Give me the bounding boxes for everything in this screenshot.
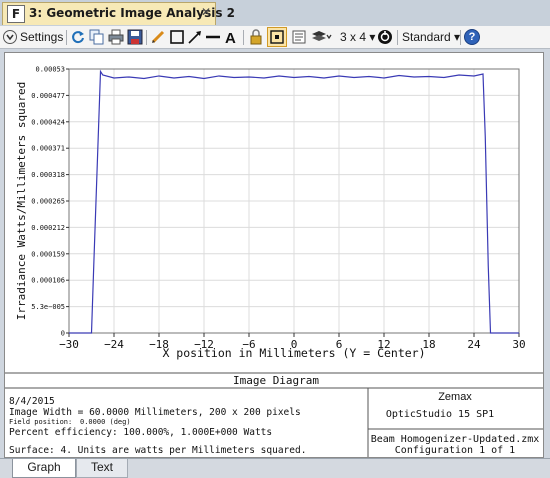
- layout-dropdown[interactable]: 3 x 4 ▾: [340, 29, 375, 46]
- y-axis-ticks: 0 5.3e−005 0.000106 0.000159 0.000212 0.00026…: [31, 66, 69, 338]
- x-axis-label: X position in Millimeters (Y = Center): [162, 346, 425, 360]
- y-tick-label: 0.00053: [35, 66, 65, 74]
- text-icon[interactable]: A: [223, 29, 239, 45]
- info-config: Configuration 1 of 1: [395, 445, 515, 456]
- info-date: 8/4/2015: [9, 396, 55, 407]
- analysis-window-icon: F: [7, 5, 25, 23]
- fit-icon: [270, 30, 284, 44]
- y-tick-label: 0.000159: [31, 250, 65, 258]
- y-tick-label: 0.000371: [31, 145, 65, 153]
- arrow-line-icon[interactable]: [187, 29, 203, 45]
- y-tick-label: 0.000265: [31, 198, 65, 206]
- pencil-icon[interactable]: [150, 29, 166, 45]
- rotate-icon[interactable]: [377, 29, 393, 45]
- y-tick-label: 0: [61, 330, 65, 338]
- style-dropdown[interactable]: Standard ▾: [402, 29, 460, 46]
- save-icon[interactable]: [127, 29, 143, 45]
- info-product: OpticStudio 15 SP1: [386, 409, 494, 420]
- rectangle-icon[interactable]: [169, 29, 185, 45]
- toolbar-separator: [243, 30, 244, 45]
- info-file: Beam Homogenizer-Updated.zmx: [371, 434, 540, 445]
- info-field-value: 0.0000 (deg): [80, 418, 131, 426]
- toolbar: Settings A 3 x 4 ▾ Standard ▾ ?: [0, 26, 550, 49]
- refresh-icon[interactable]: [70, 29, 86, 45]
- y-tick-label: 0.000477: [31, 92, 65, 100]
- window-tab[interactable]: F 3: Geometric Image Analysis 2 ✕: [2, 2, 235, 25]
- window-tab-bar: F 3: Geometric Image Analysis 2 ✕: [0, 0, 550, 26]
- tab-text[interactable]: Text: [76, 459, 128, 478]
- close-icon[interactable]: ✕: [201, 5, 211, 19]
- toolbar-separator: [66, 30, 67, 45]
- lock-icon[interactable]: [248, 29, 264, 45]
- y-tick-label: 0.000318: [31, 171, 65, 179]
- analysis-plot-panel: −30 −24 −18 −12 −6 0 6 12 18 24 30 0 5.3e−005 0.0001…: [4, 52, 544, 458]
- svg-text:A: A: [225, 30, 236, 45]
- help-icon[interactable]: ?: [464, 29, 480, 45]
- info-field-label: Field position:: [9, 418, 72, 426]
- y-tick-label: 0.000106: [31, 277, 65, 285]
- irradiance-chart: −30 −24 −18 −12 −6 0 6 12 18 24 30 05.3e−0050.0001…: [5, 66, 543, 457]
- info-company: Zemax: [438, 391, 472, 403]
- x-tick-label: −30: [59, 338, 79, 351]
- x-tick-label: 24: [467, 338, 481, 351]
- y-tick-label: 0.000424: [31, 118, 65, 126]
- toolbar-separator: [460, 30, 461, 45]
- info-title: Image Diagram: [233, 374, 319, 387]
- y-tick-label: 0.000212: [31, 224, 65, 232]
- chart-grid: [68, 68, 520, 334]
- style-label: Standard: [402, 30, 451, 44]
- y-axis-label: Irradiance Watts/Millimeters squared: [15, 82, 28, 320]
- print-icon[interactable]: [108, 29, 124, 45]
- toolbar-separator: [146, 30, 147, 45]
- fit-button[interactable]: [267, 27, 287, 47]
- x-tick-label: −24: [104, 338, 124, 351]
- settings-chevron-icon[interactable]: [3, 30, 17, 44]
- toolbar-separator: [397, 30, 398, 45]
- tab-graph[interactable]: Graph: [12, 459, 76, 478]
- line-icon[interactable]: [205, 29, 221, 45]
- view-tab-bar: Graph Text: [0, 458, 550, 478]
- info-image-width: Image Width = 60.0000 Millimeters, 200 x…: [9, 407, 301, 418]
- layout-label: 3 x 4: [340, 30, 367, 44]
- info-efficiency: Percent efficiency: 100.000%, 1.000E+000…: [9, 427, 272, 438]
- export-icon[interactable]: [291, 29, 307, 45]
- settings-button[interactable]: Settings: [20, 29, 63, 46]
- x-tick-label: 30: [512, 338, 525, 351]
- layers-icon[interactable]: [311, 29, 333, 45]
- copy-icon[interactable]: [89, 29, 105, 45]
- info-surface: Surface: 4. Units are watts per Millimet…: [9, 445, 306, 456]
- y-tick-label: 5.3e−005: [31, 303, 65, 311]
